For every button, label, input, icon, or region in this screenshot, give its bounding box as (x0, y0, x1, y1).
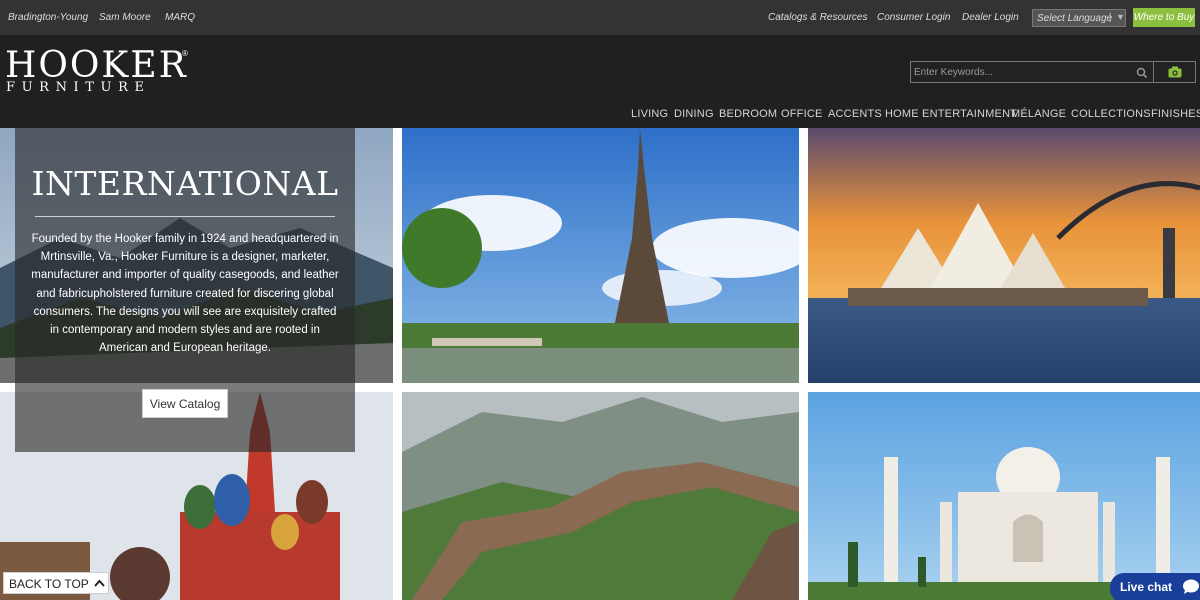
language-select-label: Select Language (1037, 13, 1113, 24)
live-chat-label: Live chat (1120, 580, 1173, 594)
site-header: HOOKER ® FURNITURE LIVING DINING BEDROOM… (0, 35, 1200, 128)
utility-bar: Bradington-Young Sam Moore MARQ Catalogs… (0, 0, 1200, 35)
main-nav: LIVING DINING BEDROOM OFFICE ACCENTS HOM… (0, 108, 1200, 124)
eiffel-tower-image (402, 128, 799, 383)
sydney-opera-house-image (808, 128, 1200, 383)
camera-icon (1168, 66, 1182, 78)
nav-item-accents[interactable]: ACCENTS (828, 108, 882, 120)
title-divider (35, 216, 335, 217)
back-to-top-label: BACK TO TOP (9, 577, 89, 591)
logo-registered-mark: ® (182, 49, 188, 58)
search-icon[interactable] (1135, 66, 1149, 80)
nav-item-dining[interactable]: DINING (674, 108, 714, 120)
visual-search-button[interactable] (1154, 61, 1196, 83)
chevron-down-icon: ▼ (1116, 12, 1125, 22)
nav-item-home-entertainment[interactable]: HOME ENTERTAINMENT (885, 108, 1017, 120)
where-to-buy-button[interactable]: Where to Buy (1133, 8, 1195, 27)
live-chat-button[interactable]: Live chat (1110, 573, 1200, 600)
chat-bubble-icon (1183, 579, 1199, 594)
logo-subtitle: FURNITURE (6, 80, 151, 95)
intro-description: Founded by the Hooker family in 1924 and… (31, 233, 339, 355)
catalogs-resources-link[interactable]: Catalogs & Resources (768, 12, 868, 23)
search-box (910, 61, 1154, 83)
nav-item-collections[interactable]: COLLECTIONS (1071, 108, 1151, 120)
consumer-login-link[interactable]: Consumer Login (877, 12, 950, 23)
brand-link-sam-moore[interactable]: Sam Moore (99, 12, 151, 23)
tile-taj-mahal[interactable] (808, 392, 1200, 600)
page-title: INTERNATIONAL (31, 164, 339, 203)
nav-item-finishes[interactable]: FINISHES (1151, 108, 1200, 120)
taj-mahal-image (808, 392, 1200, 600)
nav-item-living[interactable]: LIVING (631, 108, 668, 120)
nav-item-bedroom[interactable]: BEDROOM (719, 108, 777, 120)
tile-great-wall[interactable] (402, 392, 799, 600)
language-select-separator: | (1109, 12, 1112, 23)
nav-item-office[interactable]: OFFICE (781, 108, 823, 120)
tile-sydney[interactable] (808, 128, 1200, 383)
nav-item-melange[interactable]: MÉLANGE (1011, 108, 1066, 120)
view-catalog-button[interactable]: View Catalog (142, 389, 228, 418)
search-input[interactable] (914, 64, 1129, 80)
back-to-top-button[interactable]: BACK TO TOP (3, 572, 109, 594)
great-wall-image (402, 392, 799, 600)
language-select[interactable]: Select Language | ▼ (1032, 9, 1126, 27)
brand-link-marq[interactable]: MARQ (165, 12, 195, 23)
chevron-up-icon (94, 579, 105, 587)
brand-link-bradington-young[interactable]: Bradington-Young (8, 12, 88, 23)
tile-paris[interactable] (402, 128, 799, 383)
dealer-login-link[interactable]: Dealer Login (962, 12, 1019, 23)
